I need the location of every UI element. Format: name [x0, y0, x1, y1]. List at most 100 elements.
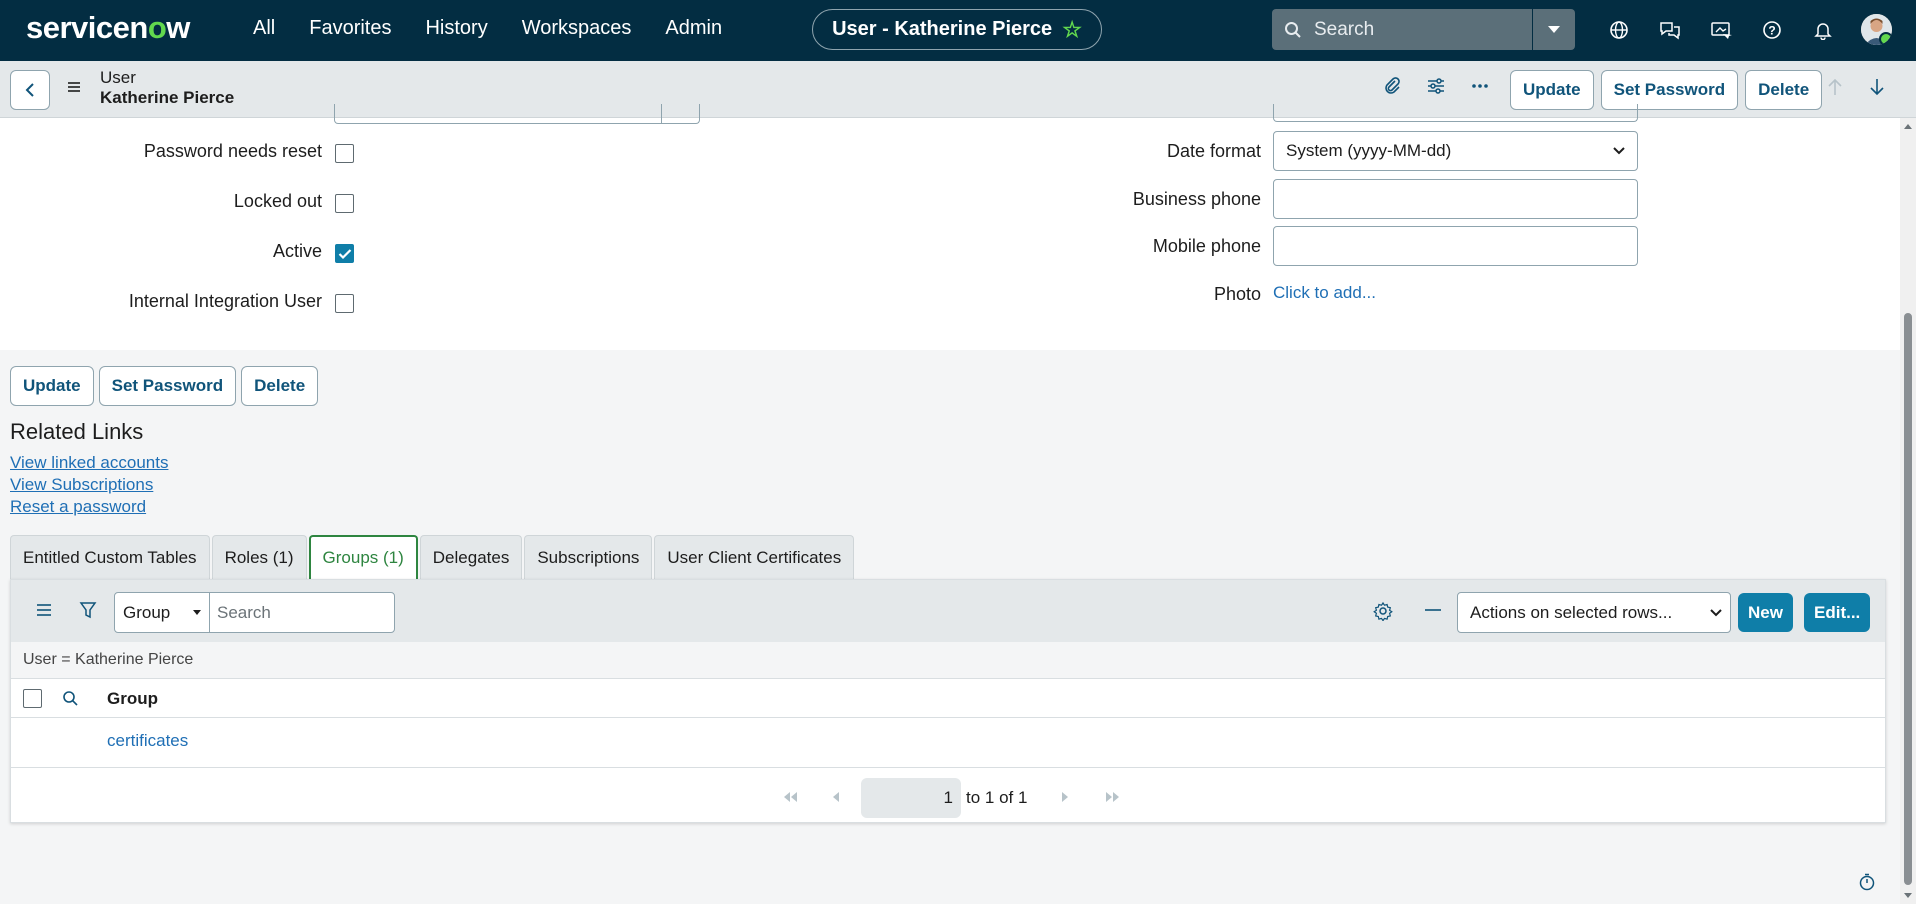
search-scope-dropdown[interactable]: [1533, 9, 1575, 50]
related-list-search-placeholder: Search: [217, 602, 271, 622]
previous-record-arrow-up-icon[interactable]: [1827, 77, 1843, 97]
date-format-label: Date format: [1166, 141, 1261, 161]
bottom-delete-button[interactable]: Delete: [241, 366, 319, 406]
personalize-sliders-icon[interactable]: [1426, 76, 1446, 96]
top-utility-icons: ?: [1605, 16, 1836, 43]
column-search-icon[interactable]: [62, 690, 79, 707]
back-button[interactable]: [10, 70, 50, 110]
tab-delegates[interactable]: Delegates: [419, 535, 523, 579]
date-format-select[interactable]: System (yyyy-MM-dd): [1273, 131, 1638, 171]
business-phone-input[interactable]: [1273, 179, 1638, 219]
chat-icon[interactable]: [1656, 16, 1683, 43]
gear-icon[interactable]: [1373, 601, 1393, 621]
servicenow-logo[interactable]: servicenow: [26, 10, 190, 46]
scroll-down-arrow-icon[interactable]: [1903, 892, 1913, 900]
table-header-row: Group: [11, 679, 1885, 718]
tab-roles[interactable]: Roles (1): [211, 535, 307, 579]
related-list-search-input[interactable]: Search: [209, 592, 395, 633]
nav-item-favorites[interactable]: Favorites: [309, 17, 391, 40]
mobile-phone-input[interactable]: [1273, 226, 1638, 266]
actions-select-value: Actions on selected rows...: [1470, 602, 1673, 622]
response-time-stopwatch-icon[interactable]: [1858, 873, 1876, 891]
form-title: User Katherine Pierce: [100, 68, 234, 108]
scroll-up-arrow-icon[interactable]: [1903, 122, 1913, 130]
view-linked-accounts-link[interactable]: View linked accounts: [10, 452, 168, 473]
page-number-input[interactable]: 1: [861, 778, 961, 818]
related-list-toolbar: Group Search Actions on selected rows...…: [11, 580, 1885, 642]
nav-item-history[interactable]: History: [425, 17, 487, 40]
edit-button[interactable]: Edit...: [1804, 593, 1871, 632]
internal-integration-user-label: Internal Integration User: [128, 291, 322, 311]
page-number-value: 1: [943, 788, 953, 807]
photo-click-to-add-link[interactable]: Click to add...: [1273, 283, 1376, 303]
actions-on-selected-rows-select[interactable]: Actions on selected rows...: [1457, 592, 1731, 633]
filter-funnel-icon[interactable]: [79, 601, 97, 619]
next-record-arrow-down-icon[interactable]: [1869, 77, 1885, 97]
partial-field-above-right[interactable]: [1273, 104, 1638, 122]
scrollbar-thumb[interactable]: [1904, 313, 1912, 885]
group-cell-link[interactable]: certificates: [107, 731, 188, 751]
tab-entitled-custom-tables[interactable]: Entitled Custom Tables: [10, 535, 210, 579]
locked-out-checkbox[interactable]: [335, 194, 354, 213]
tab-groups[interactable]: Groups (1): [308, 535, 418, 579]
active-label: Active: [272, 241, 322, 261]
tab-user-client-certificates[interactable]: User Client Certificates: [654, 535, 855, 579]
top-navigation-bar: servicenow All Favorites History Workspa…: [0, 0, 1916, 61]
next-page-icon[interactable]: [1060, 790, 1070, 804]
caret-down-icon: [193, 610, 201, 615]
attachment-paperclip-icon[interactable]: [1382, 76, 1402, 96]
page-range-text: to 1 of 1: [966, 788, 1028, 807]
locked-out-label: Locked out: [233, 191, 322, 211]
date-format-value: System (yyyy-MM-dd): [1286, 141, 1452, 160]
form-bottom-buttons: Update Set Password Delete: [10, 366, 319, 406]
search-field-value: Group: [123, 602, 171, 622]
collapse-minus-icon[interactable]: [1424, 608, 1442, 612]
form-table-label: User: [100, 68, 136, 87]
chevron-down-icon: [1710, 608, 1722, 616]
bottom-update-button[interactable]: Update: [10, 366, 94, 406]
record-title-pill[interactable]: User - Katherine Pierce ☆: [812, 9, 1102, 50]
reset-password-link[interactable]: Reset a password: [10, 496, 168, 517]
active-checkbox[interactable]: [335, 244, 354, 263]
user-avatar[interactable]: [1861, 14, 1892, 45]
globe-icon[interactable]: [1605, 16, 1632, 43]
select-all-checkbox[interactable]: [23, 689, 42, 708]
view-subscriptions-link[interactable]: View Subscriptions: [10, 474, 168, 495]
pagination: 1 to 1 of 1: [11, 768, 1885, 824]
first-page-icon[interactable]: [781, 790, 799, 804]
bottom-set-password-button[interactable]: Set Password: [98, 366, 237, 406]
group-column-header[interactable]: Group: [107, 689, 158, 709]
form-header-icons: [1382, 76, 1490, 96]
last-page-icon[interactable]: [1104, 790, 1122, 804]
form-context-menu-icon[interactable]: [66, 79, 82, 99]
tab-subscriptions[interactable]: Subscriptions: [524, 535, 653, 579]
delete-button[interactable]: Delete: [1745, 70, 1823, 110]
nav-item-all[interactable]: All: [253, 17, 275, 40]
search-field-select[interactable]: Group: [114, 592, 210, 633]
checkmark-icon: [338, 248, 351, 259]
filter-condition-text[interactable]: User = Katherine Pierce: [23, 651, 193, 669]
list-context-menu-icon[interactable]: [35, 601, 53, 619]
internal-integration-user-checkbox[interactable]: [335, 294, 354, 313]
chevron-left-icon: [25, 83, 34, 97]
record-navigation: [1827, 77, 1885, 97]
global-search[interactable]: Search: [1272, 9, 1532, 50]
screen-share-icon[interactable]: [1707, 16, 1734, 43]
new-button[interactable]: New: [1738, 593, 1793, 632]
filter-breadcrumb: User = Katherine Pierce: [11, 642, 1885, 679]
help-icon[interactable]: ?: [1758, 16, 1785, 43]
password-needs-reset-checkbox[interactable]: [335, 144, 354, 163]
nav-item-workspaces[interactable]: Workspaces: [522, 17, 632, 40]
favorite-star-icon[interactable]: ☆: [1062, 17, 1082, 43]
more-options-icon[interactable]: [1470, 76, 1490, 96]
search-placeholder: Search: [1314, 18, 1375, 40]
table-row: certificates: [11, 718, 1885, 768]
nav-item-admin[interactable]: Admin: [665, 17, 722, 40]
svg-text:?: ?: [1768, 23, 1775, 37]
previous-page-icon[interactable]: [831, 790, 841, 804]
notifications-bell-icon[interactable]: [1809, 16, 1836, 43]
partial-field-above-left[interactable]: [334, 104, 700, 124]
caret-down-icon: [1548, 25, 1560, 33]
vertical-scrollbar[interactable]: [1900, 118, 1916, 904]
related-links-title: Related Links: [10, 419, 144, 444]
